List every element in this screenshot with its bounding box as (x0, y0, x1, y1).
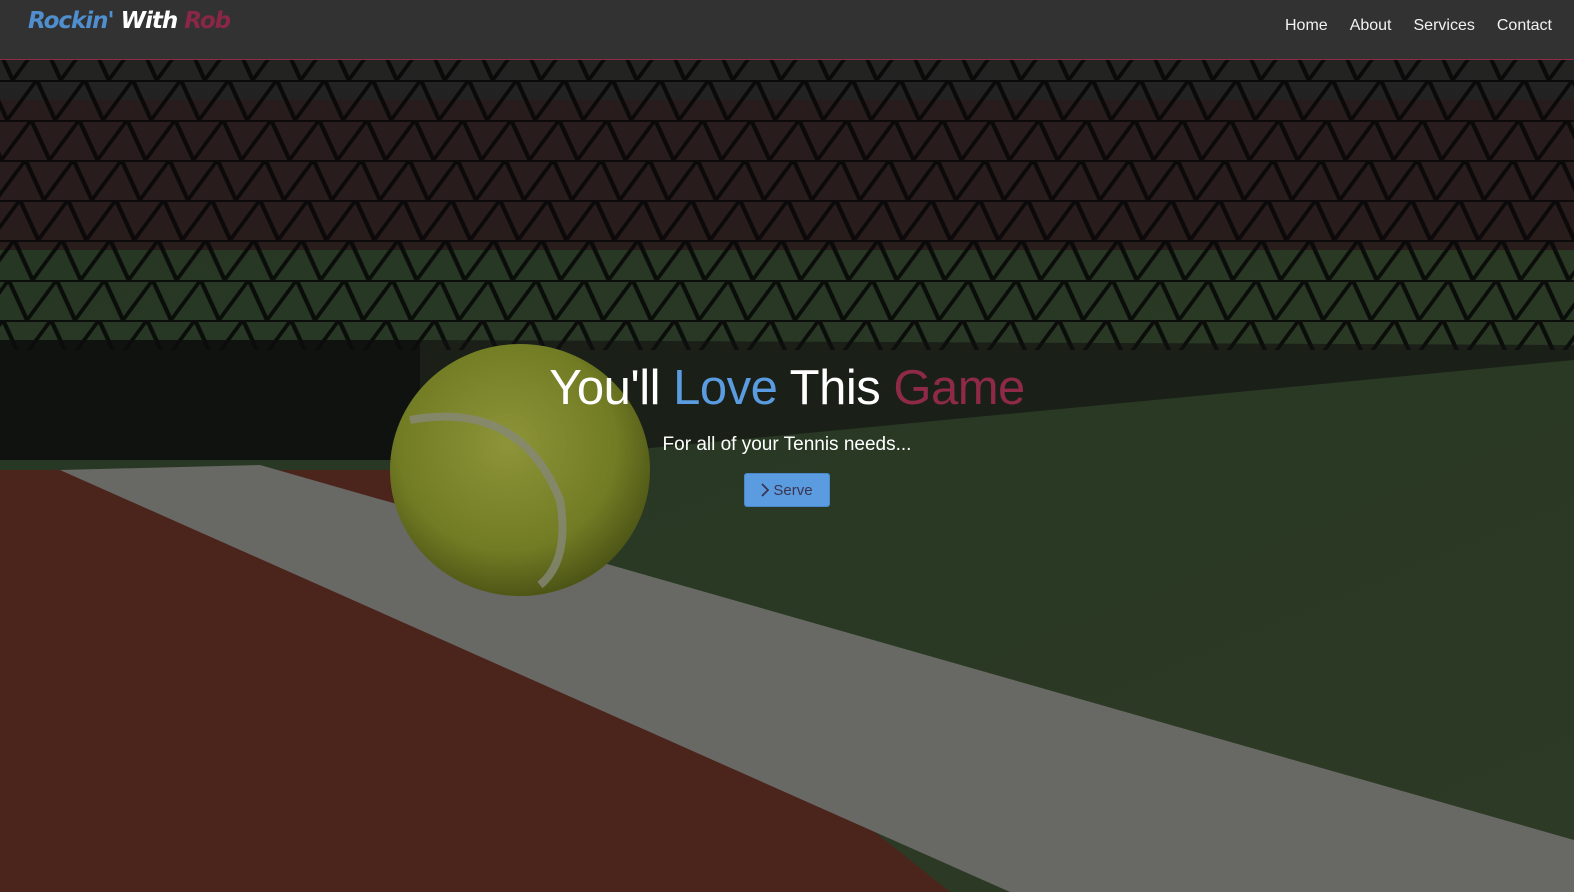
hero-title-love: Love (673, 361, 778, 415)
page: Rockin' With Rob Home About Services Con… (0, 0, 1574, 892)
brand-text-with: With (113, 8, 185, 34)
hero-title: You'll Love This Game (0, 356, 1574, 420)
hero-subtitle: For all of your Tennis needs... (662, 434, 912, 455)
nav-link-about[interactable]: About (1350, 17, 1392, 35)
brand-logo-link[interactable]: Rockin' With Rob (28, 8, 231, 34)
hero-title-this: This (777, 361, 894, 415)
navbar: Rockin' With Rob Home About Services Con… (0, 0, 1574, 60)
serve-button-label: Serve (773, 481, 813, 499)
nav-link-home[interactable]: Home (1285, 17, 1328, 35)
brand-text-rob: Rob (184, 8, 231, 34)
nav-link-services[interactable]: Services (1414, 17, 1475, 35)
hero-section: You'll Love This Game For all of your Te… (0, 356, 1574, 507)
brand-text-rockin: Rockin' (28, 8, 115, 34)
hero-title-game: Game (893, 361, 1025, 415)
hero-title-youll: You'll (549, 361, 674, 415)
serve-button[interactable]: Serve (744, 473, 830, 507)
chevron-right-icon (761, 483, 770, 497)
nav-link-contact[interactable]: Contact (1497, 17, 1552, 35)
nav-links: Home About Services Contact (1285, 17, 1552, 35)
